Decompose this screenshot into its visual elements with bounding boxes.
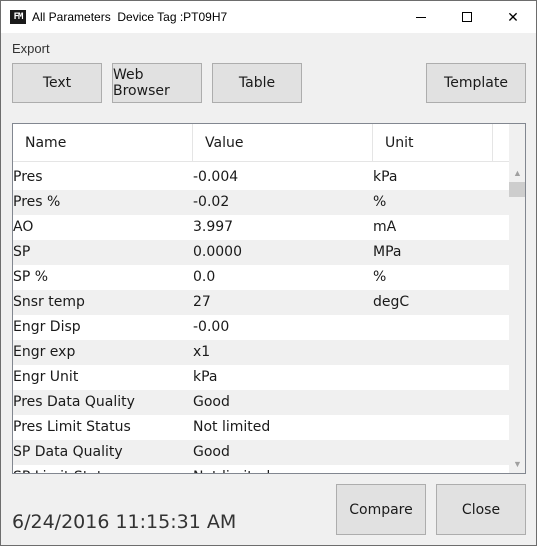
cell-name: Pres Limit Status — [13, 419, 131, 435]
cell-name: Engr exp — [13, 344, 76, 360]
cell-value: -0.004 — [193, 169, 239, 185]
column-header-value[interactable]: Value — [193, 124, 373, 162]
cell-name: SP Limit Status — [13, 465, 193, 473]
cell-value: -0.00 — [193, 319, 230, 335]
grid-rows: Pres -0.004 kPa Pres % -0.02% AO 3.997 mA SP 0.00… — [13, 165, 509, 473]
cell-name: AO — [13, 219, 34, 235]
cell-unit — [373, 440, 509, 465]
cell-name: Engr Disp — [13, 319, 81, 335]
table-row[interactable]: Pres Data Quality Good — [13, 390, 509, 415]
export-label: Export — [12, 41, 50, 56]
cell-name: SP Data Quality — [13, 444, 123, 460]
cell-unit: mA — [373, 219, 397, 235]
table-row[interactable]: Snsr temp 27 degC — [13, 290, 509, 315]
minimize-icon — [416, 16, 426, 18]
title-bar: FM All Parameters Device Tag :PT09H7 ✕ — [1, 1, 536, 33]
cell-value: Not limited — [193, 419, 271, 435]
close-icon: ✕ — [507, 8, 519, 25]
cell-name: Engr Unit — [13, 369, 79, 385]
export-web-browser-button[interactable]: Web Browser — [112, 63, 202, 103]
minimize-button[interactable] — [398, 1, 444, 33]
cell-name: SP — [13, 244, 31, 260]
cell-unit: % — [373, 194, 387, 210]
compare-button[interactable]: Compare — [336, 484, 426, 535]
table-row[interactable]: SP % 0.0% — [13, 265, 509, 290]
table-row[interactable]: AO 3.997 mA — [13, 215, 509, 240]
maximize-button[interactable] — [444, 1, 490, 33]
close-window-button[interactable]: ✕ — [490, 1, 536, 33]
scroll-up-icon[interactable]: ▲ — [509, 165, 525, 182]
cell-name: Pres — [13, 169, 43, 185]
vertical-scrollbar[interactable]: ▲ ▼ — [509, 124, 525, 473]
table-row[interactable]: SP Limit StatusNot limited — [13, 465, 509, 473]
table-row[interactable]: Pres Limit Status Not limited — [13, 415, 509, 440]
cell-value: kPa — [193, 369, 218, 385]
timestamp: 6/24/2016 11:15:31 AM — [12, 511, 237, 533]
table-row[interactable]: Pres -0.004 kPa — [13, 165, 509, 190]
grid-header: Name Value Unit — [13, 124, 509, 162]
export-text-button[interactable]: Text — [12, 63, 102, 103]
cell-name: SP % — [13, 269, 49, 285]
cell-value: x1 — [193, 344, 211, 360]
cell-value: Good — [193, 444, 230, 460]
template-button[interactable]: Template — [426, 63, 526, 103]
table-row[interactable]: Engr Disp -0.00 — [13, 315, 509, 340]
cell-name: Pres % — [13, 194, 61, 210]
cell-value: -0.02 — [193, 194, 230, 210]
window-title: All Parameters Device Tag :PT09H7 — [32, 10, 228, 24]
app-icon: FM — [10, 10, 26, 24]
cell-value: 0.0000 — [193, 244, 242, 260]
export-table-button[interactable]: Table — [212, 63, 302, 103]
cell-name: Pres Data Quality — [13, 394, 135, 410]
close-button[interactable]: Close — [436, 484, 526, 535]
cell-unit: kPa — [373, 169, 398, 185]
cell-unit — [373, 390, 509, 415]
parameters-grid: Name Value Unit Pres -0.004 kPa Pres % -0.02… — [12, 123, 526, 474]
table-row[interactable]: Engr Unit kPa — [13, 365, 509, 390]
cell-value: Not limited — [193, 465, 373, 473]
column-header-unit[interactable]: Unit — [373, 124, 493, 162]
all-parameters-window: FM All Parameters Device Tag :PT09H7 ✕ E… — [0, 0, 537, 546]
cell-value: 3.997 — [193, 219, 234, 235]
cell-unit — [373, 340, 509, 365]
cell-unit: MPa — [373, 244, 402, 260]
scrollbar-thumb[interactable] — [509, 182, 525, 197]
table-row[interactable]: Pres % -0.02% — [13, 190, 509, 215]
cell-value: 27 — [193, 294, 211, 310]
cell-unit — [373, 365, 509, 390]
cell-unit: degC — [373, 294, 410, 310]
cell-name: Snsr temp — [13, 294, 85, 310]
cell-unit — [373, 415, 509, 440]
table-row[interactable]: SP Data Quality Good — [13, 440, 509, 465]
table-row[interactable]: SP 0.0000 MPa — [13, 240, 509, 265]
cell-value: Good — [193, 394, 230, 410]
column-header-name[interactable]: Name — [13, 124, 193, 162]
cell-unit — [373, 465, 509, 473]
table-row[interactable]: Engr exp x1 — [13, 340, 509, 365]
cell-value: 0.0 — [193, 269, 216, 285]
cell-unit: % — [373, 269, 387, 285]
cell-unit — [373, 315, 509, 340]
scroll-down-icon[interactable]: ▼ — [509, 456, 525, 473]
maximize-icon — [462, 12, 472, 22]
